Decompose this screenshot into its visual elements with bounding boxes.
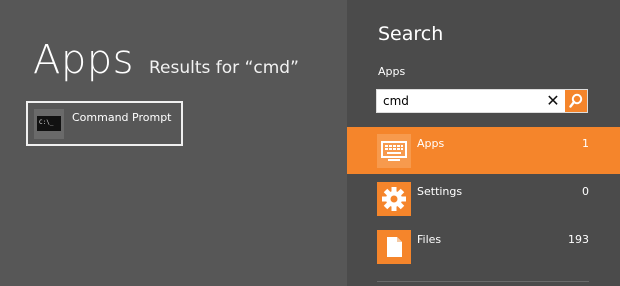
search-box: ✕	[376, 89, 588, 113]
category-label: Settings	[417, 185, 463, 198]
results-subtitle: Results for “cmd”	[149, 58, 299, 78]
command-prompt-icon: C:\_	[34, 109, 64, 139]
category-count: 0	[582, 185, 589, 198]
command-prompt-icon-text: C:\_	[39, 119, 54, 126]
search-button[interactable]	[565, 90, 587, 112]
settings-gear-icon	[377, 182, 411, 216]
page-title: Apps	[33, 37, 134, 83]
search-input[interactable]	[377, 90, 543, 112]
category-count: 1	[582, 137, 589, 150]
search-category-apps[interactable]: Apps 1	[347, 127, 620, 174]
search-charm: Search Apps ✕ Apps 1	[347, 0, 620, 286]
search-category-settings[interactable]: Settings 0	[347, 175, 620, 222]
search-charm-title: Search	[378, 23, 444, 45]
results-pane: Apps Results for “cmd” C:\_ Command Prom…	[0, 0, 347, 286]
category-label: Files	[417, 233, 442, 246]
apps-keyboard-icon	[377, 134, 411, 168]
search-icon	[569, 93, 583, 108]
divider	[377, 281, 589, 282]
result-tile-command-prompt[interactable]: C:\_ Command Prompt	[26, 101, 183, 146]
file-icon	[377, 230, 411, 264]
category-label: Apps	[417, 137, 445, 150]
clear-search-icon[interactable]: ✕	[544, 92, 562, 110]
search-category-files[interactable]: Files 193	[347, 223, 620, 270]
result-tile-label: Command Prompt	[72, 111, 172, 124]
search-scope-label[interactable]: Apps	[378, 65, 405, 78]
category-count: 193	[568, 233, 589, 246]
